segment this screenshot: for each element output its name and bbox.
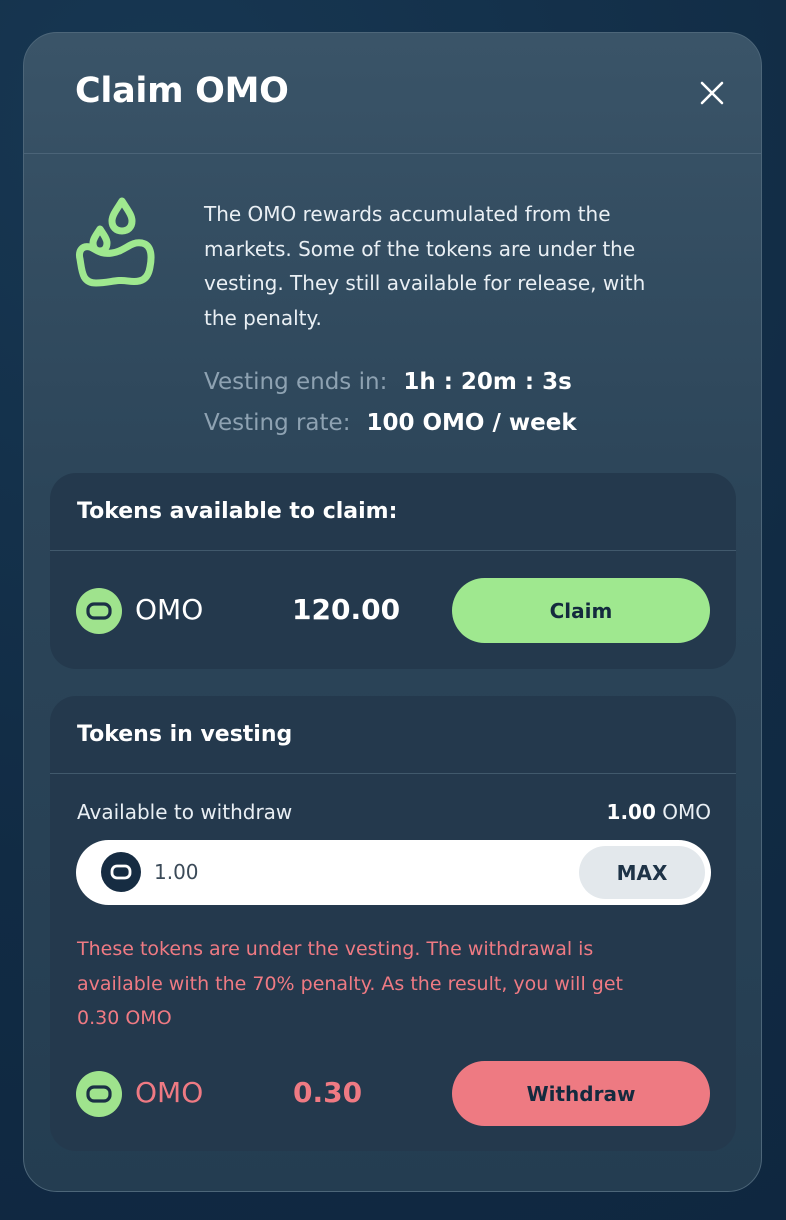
- claim-amount: 120.00: [292, 593, 401, 626]
- omo-token-icon: [76, 588, 122, 634]
- claim-token-symbol: OMO: [135, 593, 204, 626]
- available-to-withdraw-label: Available to withdraw: [77, 800, 293, 824]
- available-to-withdraw-value: 1.00 OMO: [607, 800, 711, 824]
- vesting-ends-value: 1h : 20m : 3s: [403, 369, 572, 395]
- modal-header: Claim OMO: [24, 33, 761, 154]
- claim-card: Tokens available to claim: OMO 120.00 Cl…: [50, 473, 736, 669]
- vesting-rate-label: Vesting rate:: [204, 410, 351, 436]
- vesting-rate-value: 100 OMO / week: [366, 410, 577, 436]
- withdraw-button[interactable]: Withdraw: [452, 1061, 710, 1126]
- vesting-ends-row: Vesting ends in: 1h : 20m : 3s: [204, 369, 572, 395]
- vesting-ends-label: Vesting ends in:: [204, 369, 388, 395]
- vesting-rate-row: Vesting rate: 100 OMO / week: [204, 410, 577, 436]
- withdraw-receive-amount: 0.30: [293, 1076, 363, 1109]
- claim-card-title: Tokens available to claim:: [50, 473, 736, 551]
- withdraw-amount-field[interactable]: MAX: [76, 840, 711, 905]
- available-unit: OMO: [662, 800, 711, 824]
- vesting-card-title: Tokens in vesting: [50, 696, 736, 774]
- claim-modal: Claim OMO The OMO rewards accumulated fr…: [23, 32, 762, 1192]
- vesting-card: Tokens in vesting Available to withdraw …: [50, 696, 736, 1151]
- omo-drops-icon: [70, 193, 162, 297]
- claim-button[interactable]: Claim: [452, 578, 710, 643]
- max-button[interactable]: MAX: [579, 846, 705, 899]
- withdraw-amount-input[interactable]: [154, 856, 554, 888]
- modal-title: Claim OMO: [75, 71, 289, 111]
- omo-token-icon: [76, 1071, 122, 1117]
- withdraw-token-symbol: OMO: [135, 1076, 204, 1109]
- penalty-warning: These tokens are under the vesting. The …: [77, 938, 623, 1029]
- modal-description: The OMO rewards accumulated from the mar…: [204, 202, 646, 330]
- omo-token-icon: [101, 852, 141, 892]
- available-amount: 1.00: [606, 800, 656, 824]
- close-icon[interactable]: [697, 78, 727, 108]
